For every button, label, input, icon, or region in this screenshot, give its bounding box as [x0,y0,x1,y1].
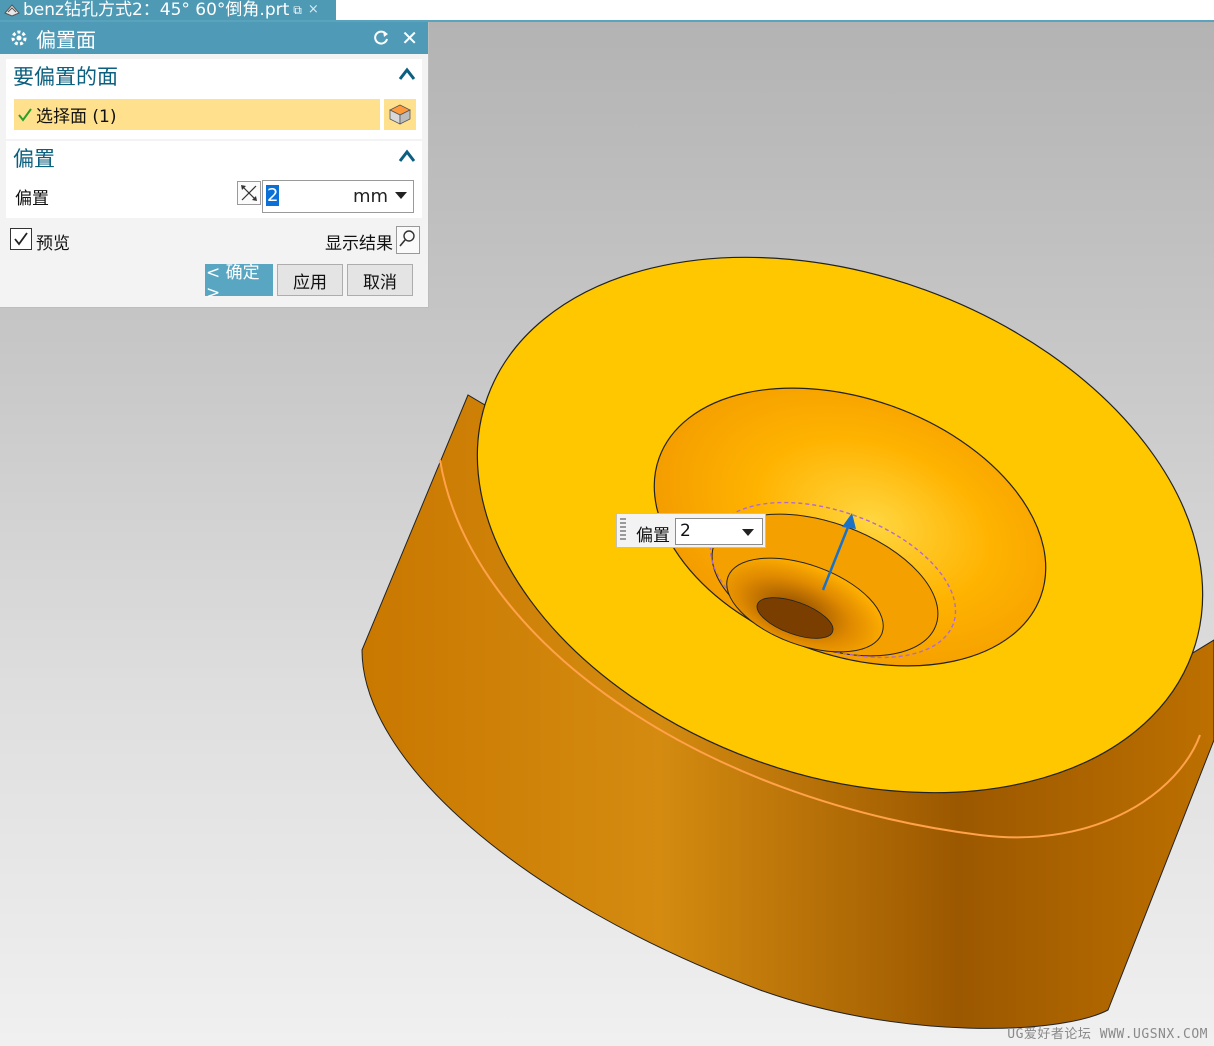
part-file-icon [4,4,20,17]
preview-label: 预览 [36,234,70,254]
collapse-caret-icon[interactable] [398,149,416,163]
offset-field-label: 偏置 [15,189,49,209]
offset-unit: mm [353,186,389,207]
offset-face-dialog: 偏置面 ✕ 要偏置的面 选择面 (1) 偏置 偏置 2 mm 预览 显示结果 <… [0,22,429,308]
onscreen-offset-value: 2 [680,521,691,541]
apply-button[interactable]: 应用 [277,264,343,296]
onscreen-offset-label: 偏置 [636,526,670,546]
onscreen-offset-field[interactable]: 2 [675,518,763,545]
gear-icon [11,30,27,46]
face-to-offset-group: 要偏置的面 选择面 (1) [6,59,422,139]
drag-handle[interactable] [620,518,626,542]
dialog-title: 偏置面 [36,27,96,52]
show-result-button[interactable] [396,226,420,254]
preview-row: 预览 显示结果 [10,226,420,254]
offset-distance-input[interactable]: 2 mm [262,180,414,213]
magnifier-icon [399,230,415,247]
offset-value: 2 [266,185,280,206]
chevron-down-icon[interactable] [742,529,754,536]
face-selection-button[interactable] [382,99,416,130]
face-group-header[interactable]: 要偏置的面 [6,59,422,93]
ok-button[interactable]: < 确定 > [205,263,273,303]
watermark: UG爱好者论坛 WWW.UGSNX.COM [1007,1027,1208,1042]
select-face-label: 选择面 (1) [36,107,117,127]
document-tab[interactable]: benz钻孔方式2：45° 60°倒角.prt ⧉ × [0,0,336,20]
document-tab-title: benz钻孔方式2：45° 60°倒角.prt [23,0,290,20]
check-icon [18,107,32,122]
reverse-direction-button[interactable] [237,181,261,205]
document-tab-bar: benz钻孔方式2：45° 60°倒角.prt ⧉ × [0,0,1214,22]
close-icon[interactable]: ✕ [401,26,418,50]
face-cube-icon [389,104,411,125]
select-face-row[interactable]: 选择面 (1) [14,99,380,130]
show-result-label: 显示结果 [325,234,393,254]
onscreen-offset-input[interactable]: 偏置 2 [616,513,766,548]
cancel-button[interactable]: 取消 [347,264,413,296]
chevron-down-icon[interactable] [395,192,407,199]
face-group-title: 要偏置的面 [13,65,118,89]
undock-icon[interactable]: ⧉ [293,1,302,19]
offset-group-title: 偏置 [13,147,55,171]
checkmark-icon [14,232,28,246]
offset-group-header[interactable]: 偏置 [6,141,422,175]
reset-icon[interactable] [372,28,392,48]
reverse-direction-icon [241,185,257,201]
collapse-caret-icon[interactable] [398,67,416,81]
preview-checkbox[interactable] [10,228,32,250]
close-tab-icon[interactable]: × [308,1,319,19]
offset-group: 偏置 偏置 2 mm [6,141,422,218]
dialog-title-bar[interactable]: 偏置面 ✕ [0,22,428,54]
